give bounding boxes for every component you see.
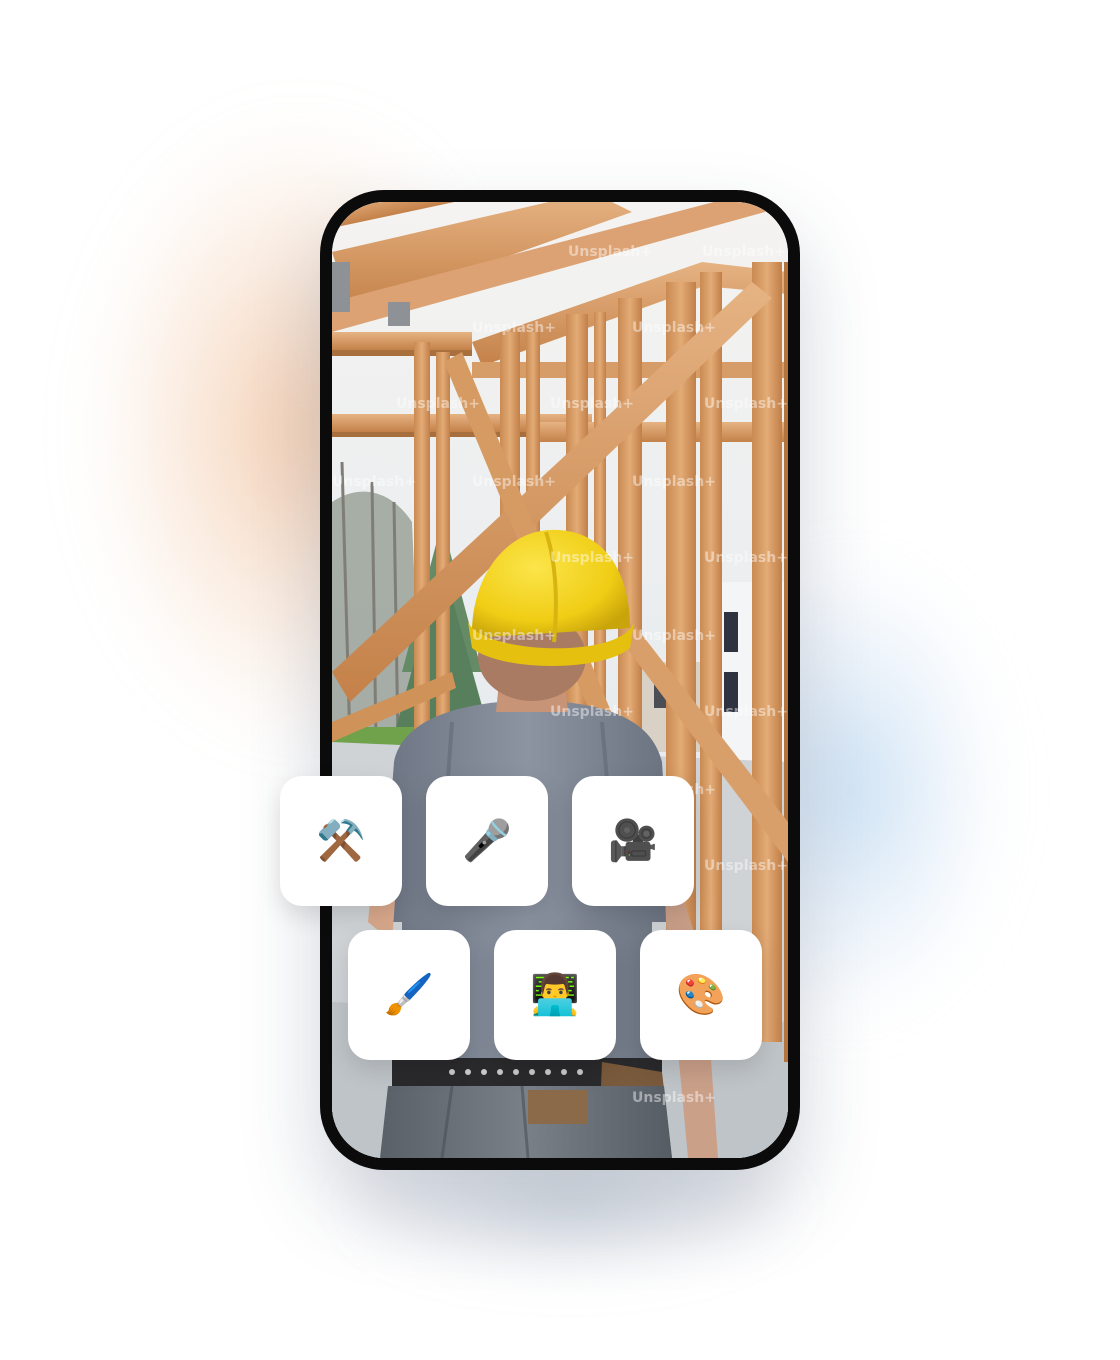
app-tile-paintbrush[interactable]: 🖌️ xyxy=(348,930,470,1060)
app-tile-microphone[interactable]: 🎤 xyxy=(426,776,548,906)
movie-camera-icon: 🎥 xyxy=(608,818,658,864)
artist-palette-icon: 🎨 xyxy=(676,972,726,1018)
watermark: Unsplash+ xyxy=(568,244,652,260)
watermark: Unsplash+ xyxy=(704,396,788,412)
watermark: Unsplash+ xyxy=(704,858,788,874)
watermark: Unsplash+ xyxy=(332,474,416,490)
watermark: Unsplash+ xyxy=(704,550,788,566)
watermark: Unsplash+ xyxy=(472,320,556,336)
watermark: Unsplash+ xyxy=(632,320,716,336)
watermark: Unsplash+ xyxy=(550,396,634,412)
paintbrush-icon: 🖌️ xyxy=(384,972,434,1018)
watermark: Unsplash+ xyxy=(702,244,786,260)
watermark: Unsplash+ xyxy=(632,628,716,644)
microphone-icon: 🎤 xyxy=(462,818,512,864)
app-tile-tools[interactable]: ⚒️ xyxy=(280,776,402,906)
watermark: Unsplash+ xyxy=(550,704,634,720)
watermark: Unsplash+ xyxy=(396,396,480,412)
watermark: Unsplash+ xyxy=(472,474,556,490)
app-tile-movie-camera[interactable]: 🎥 xyxy=(572,776,694,906)
hammer-and-wrench-icon: ⚒️ xyxy=(316,818,366,864)
watermark: Unsplash+ xyxy=(704,704,788,720)
canvas: Unsplash+ Unsplash+ Unsplash+ Unsplash+ … xyxy=(0,0,1120,1360)
watermark: Unsplash+ xyxy=(632,474,716,490)
app-tile-technologist[interactable]: 👨‍💻 xyxy=(494,930,616,1060)
technologist-icon: 👨‍💻 xyxy=(530,972,580,1018)
watermark: Unsplash+ xyxy=(632,1090,716,1106)
watermark: Unsplash+ xyxy=(550,550,634,566)
app-tile-palette[interactable]: 🎨 xyxy=(640,930,762,1060)
watermark: Unsplash+ xyxy=(472,628,556,644)
